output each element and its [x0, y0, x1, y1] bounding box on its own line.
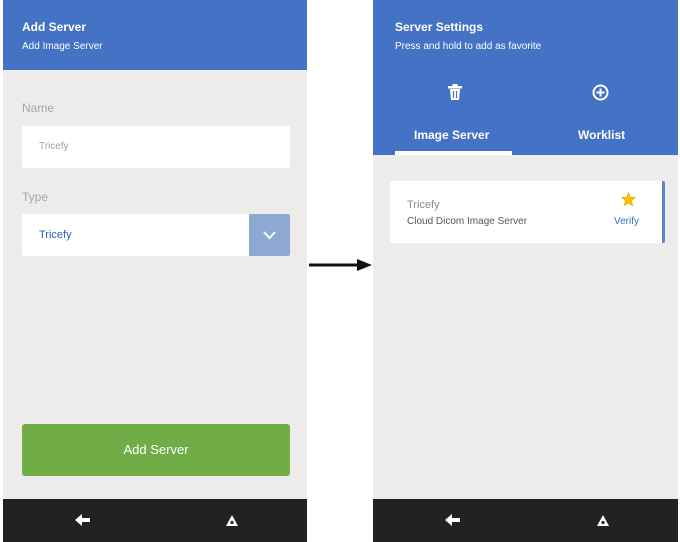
page-title: Add Server [22, 20, 87, 34]
tab-image-server[interactable]: Image Server [414, 128, 489, 142]
flow-arrow-icon [309, 259, 372, 271]
add-server-button[interactable]: Add Server [22, 424, 290, 476]
back-arrow-icon[interactable] [445, 513, 461, 527]
app-header: Add Server Add Image Server [3, 0, 307, 70]
name-field[interactable]: Tricefy [22, 126, 290, 168]
name-label: Name [22, 101, 55, 115]
active-tab-indicator [395, 151, 512, 155]
type-label: Type [22, 190, 49, 204]
type-select[interactable]: Tricefy [22, 214, 290, 256]
server-name: Tricefy [407, 199, 440, 211]
back-arrow-icon[interactable] [75, 513, 91, 527]
server-settings-screen: Server Settings Press and hold to add as… [373, 0, 678, 542]
home-triangle-icon[interactable] [596, 514, 610, 527]
trash-icon[interactable] [447, 84, 463, 101]
verify-link[interactable]: Verify [614, 216, 639, 227]
system-nav-bar [373, 499, 678, 542]
name-field-value: Tricefy [39, 141, 69, 152]
page-title: Server Settings [395, 20, 484, 34]
server-list-item[interactable]: Tricefy Cloud Dicom Image Server Verify [390, 181, 665, 243]
page-subtitle: Press and hold to add as favorite [395, 41, 542, 52]
tab-worklist[interactable]: Worklist [578, 128, 625, 142]
star-icon[interactable] [621, 192, 636, 206]
system-nav-bar [3, 499, 307, 542]
page-subtitle: Add Image Server [22, 41, 103, 52]
add-server-screen: Add Server Add Image Server Name Tricefy… [3, 0, 307, 542]
home-triangle-icon[interactable] [225, 514, 239, 527]
type-dropdown-button[interactable] [249, 214, 290, 256]
type-select-value: Tricefy [39, 229, 72, 241]
server-description: Cloud Dicom Image Server [407, 216, 528, 227]
app-header: Server Settings Press and hold to add as… [373, 0, 678, 155]
chevron-down-icon [263, 231, 276, 240]
add-circle-icon[interactable] [592, 84, 609, 101]
